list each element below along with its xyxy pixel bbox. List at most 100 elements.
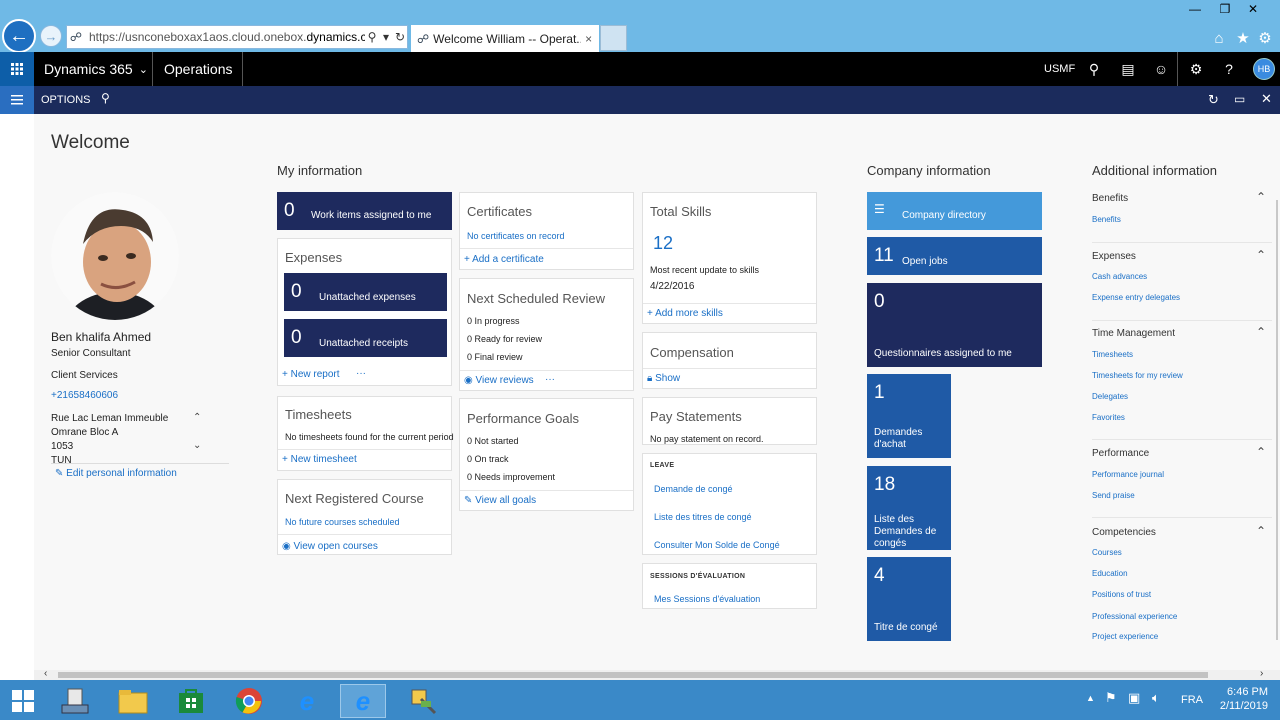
- link-timesheets-review[interactable]: Timesheets for my review: [1092, 371, 1183, 380]
- chrome-icon[interactable]: [226, 684, 272, 718]
- link-performance-journal[interactable]: Performance journal: [1092, 470, 1164, 479]
- unattached-expenses-tile[interactable]: 0 Unattached expenses: [284, 273, 447, 311]
- store-icon[interactable]: [168, 684, 214, 718]
- message-icon[interactable]: ▤: [1112, 52, 1144, 86]
- profile-phone[interactable]: +21658460606: [51, 390, 118, 401]
- demandes-achat-tile[interactable]: 1 Demandes d'achat: [867, 374, 951, 458]
- view-reviews-link[interactable]: ◉ View reviews: [464, 375, 534, 386]
- search-icon[interactable]: ⚲: [1078, 52, 1110, 86]
- app-name-menu[interactable]: Dynamics 365 ⌄: [44, 52, 148, 86]
- internet-explorer-active-icon[interactable]: e: [340, 684, 386, 718]
- network-icon[interactable]: ▣: [1128, 690, 1140, 706]
- link-favorites[interactable]: Favorites: [1092, 413, 1125, 422]
- chevron-up-icon[interactable]: ⌃: [1256, 524, 1266, 538]
- file-explorer-icon[interactable]: [110, 684, 156, 718]
- input-language[interactable]: FRA: [1181, 694, 1203, 706]
- close-icon[interactable]: ✕: [1261, 91, 1272, 107]
- start-button[interactable]: [0, 684, 46, 718]
- browser-tab-active[interactable]: ☍ Welcome William -- Operat... ×: [411, 25, 599, 52]
- scroll-down-icon[interactable]: ⌄: [193, 440, 201, 451]
- star-icon[interactable]: ★: [1234, 29, 1252, 47]
- flag-icon[interactable]: ⚑: [1105, 690, 1117, 706]
- titre-conge-tile[interactable]: 4 Titre de congé: [867, 557, 951, 641]
- more-options-icon[interactable]: ···: [356, 368, 366, 379]
- company-selector[interactable]: USMF: [1044, 52, 1075, 86]
- link-project-experience[interactable]: Project experience: [1092, 632, 1158, 641]
- search-icon[interactable]: ⚲: [101, 91, 110, 105]
- scrollbar-thumb[interactable]: [58, 672, 1208, 678]
- chevron-up-icon[interactable]: ⌃: [1256, 325, 1266, 339]
- restore-button[interactable]: ❐: [1210, 0, 1240, 18]
- leave-link-solde[interactable]: Consulter Mon Solde de Congé: [654, 540, 780, 550]
- unattached-receipts-tile[interactable]: 0 Unattached receipts: [284, 319, 447, 357]
- link-benefits[interactable]: Benefits: [1092, 215, 1121, 224]
- feedback-smiley-icon[interactable]: ☺: [1145, 52, 1177, 86]
- show-compensation-link[interactable]: 🔒︎ Show: [647, 373, 680, 384]
- link-timesheets[interactable]: Timesheets: [1092, 350, 1133, 359]
- more-options-icon[interactable]: ···: [545, 374, 555, 385]
- close-tab-icon[interactable]: ×: [585, 32, 592, 46]
- group-time-management-title[interactable]: Time Management: [1092, 328, 1175, 339]
- view-open-courses-link[interactable]: ◉ View open courses: [282, 541, 378, 552]
- group-expenses-title[interactable]: Expenses: [1092, 251, 1136, 262]
- forward-button[interactable]: →: [40, 25, 62, 47]
- group-benefits-title[interactable]: Benefits: [1092, 193, 1128, 204]
- add-more-skills-link[interactable]: + Add more skills: [647, 308, 723, 319]
- refresh-icon[interactable]: ↻: [1208, 92, 1219, 108]
- system-clock[interactable]: 6:46 PM 2/11/2019: [1210, 686, 1268, 712]
- internet-explorer-icon[interactable]: e: [284, 684, 330, 718]
- link-expense-delegates[interactable]: Expense entry delegates: [1092, 293, 1180, 302]
- group-performance-title[interactable]: Performance: [1092, 448, 1149, 459]
- new-timesheet-link[interactable]: + New timesheet: [282, 454, 357, 465]
- search-icon[interactable]: ⚲: [365, 30, 379, 44]
- scroll-left-icon[interactable]: ‹: [44, 668, 47, 679]
- refresh-icon[interactable]: ↻: [393, 30, 407, 44]
- user-avatar[interactable]: HB: [1253, 58, 1275, 80]
- link-positions-of-trust[interactable]: Positions of trust: [1092, 590, 1151, 599]
- leave-link-liste[interactable]: Liste des titres de congé: [654, 512, 752, 522]
- chevron-up-icon[interactable]: ⌃: [1256, 445, 1266, 459]
- new-tab-button[interactable]: [600, 25, 627, 51]
- leave-link-demande[interactable]: Demande de congé: [654, 484, 733, 494]
- dropdown-icon[interactable]: ▾: [379, 30, 393, 44]
- gear-icon[interactable]: ⚙: [1256, 29, 1274, 47]
- volume-icon[interactable]: 🔈︎: [1152, 690, 1160, 706]
- link-courses[interactable]: Courses: [1092, 548, 1122, 557]
- open-new-window-icon[interactable]: ▭: [1234, 92, 1245, 106]
- options-tab[interactable]: OPTIONS: [41, 94, 91, 106]
- scroll-right-icon[interactable]: ›: [1260, 668, 1263, 679]
- group-competencies-title[interactable]: Competencies: [1092, 527, 1156, 538]
- questionnaires-tile[interactable]: 0 Questionnaires assigned to me: [867, 283, 1042, 367]
- app-launcher-icon[interactable]: [0, 52, 34, 86]
- help-icon[interactable]: ?: [1213, 52, 1245, 86]
- home-icon[interactable]: ⌂: [1210, 29, 1228, 47]
- open-jobs-tile[interactable]: 11 Open jobs: [867, 237, 1042, 275]
- close-window-button[interactable]: ✕: [1238, 0, 1268, 18]
- liste-demandes-tile[interactable]: 18 Liste des Demandes de congés: [867, 466, 951, 550]
- back-button[interactable]: ←: [2, 19, 36, 53]
- vertical-scrollbar[interactable]: [1276, 200, 1278, 640]
- company-directory-tile[interactable]: ☰ Company directory: [867, 192, 1042, 230]
- show-hidden-icons[interactable]: ▲: [1086, 693, 1095, 703]
- new-report-link[interactable]: + New report: [282, 369, 340, 380]
- settings-gear-icon[interactable]: ⚙: [1180, 52, 1212, 86]
- server-manager-icon[interactable]: [52, 684, 98, 718]
- address-bar[interactable]: ☍ https://usnconeboxax1aos.cloud.onebox.…: [66, 25, 408, 49]
- sessions-link[interactable]: Mes Sessions d'évaluation: [654, 594, 760, 604]
- scroll-up-icon[interactable]: ⌃: [193, 412, 201, 423]
- link-cash-advances[interactable]: Cash advances: [1092, 272, 1147, 281]
- link-delegates[interactable]: Delegates: [1092, 392, 1128, 401]
- link-send-praise[interactable]: Send praise: [1092, 491, 1135, 500]
- chevron-up-icon[interactable]: ⌃: [1256, 248, 1266, 262]
- tools-app-icon[interactable]: [400, 684, 446, 718]
- address-url[interactable]: https://usnconeboxax1aos.cloud.onebox.dy…: [85, 30, 365, 44]
- chevron-up-icon[interactable]: ⌃: [1256, 190, 1266, 204]
- add-certificate-link[interactable]: + Add a certificate: [464, 254, 544, 265]
- hamburger-menu-icon[interactable]: [0, 86, 34, 114]
- minimize-button[interactable]: —: [1180, 0, 1210, 18]
- link-education[interactable]: Education: [1092, 569, 1128, 578]
- horizontal-scrollbar[interactable]: ‹ ›: [34, 668, 1280, 680]
- module-name[interactable]: Operations: [164, 52, 232, 86]
- view-all-goals-link[interactable]: ✎ View all goals: [464, 495, 536, 506]
- link-professional-experience[interactable]: Professional experience: [1092, 612, 1177, 621]
